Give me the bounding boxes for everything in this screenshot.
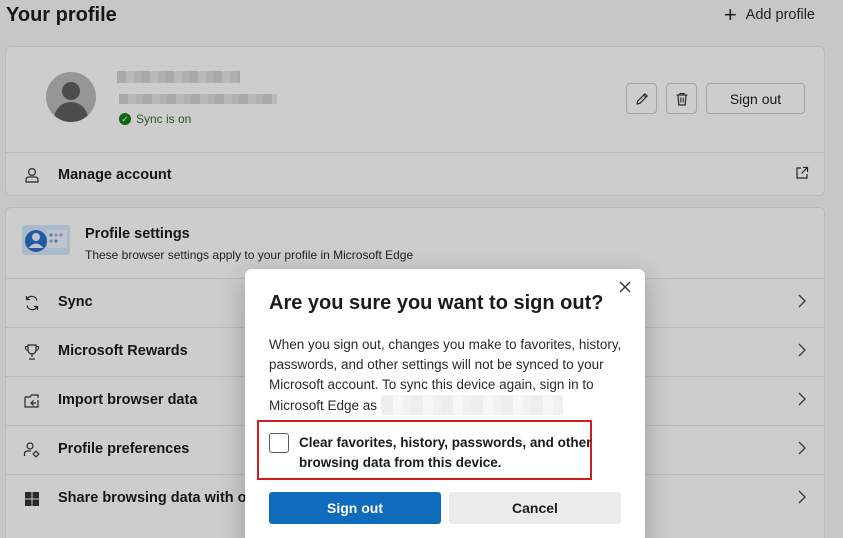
cancel-button[interactable]: Cancel	[449, 492, 621, 524]
account-email-redacted	[380, 395, 563, 415]
close-icon	[619, 281, 631, 293]
dialog-title: Are you sure you want to sign out?	[269, 292, 604, 314]
clear-data-checkbox-label[interactable]: Clear favorites, history, passwords, and…	[299, 433, 599, 473]
dialog-body: When you sign out, changes you make to f…	[269, 335, 625, 416]
clear-data-checkbox[interactable]	[269, 433, 289, 453]
confirm-sign-out-button[interactable]: Sign out	[269, 492, 441, 524]
close-dialog-button[interactable]	[615, 277, 635, 297]
sign-out-dialog: Are you sure you want to sign out? When …	[245, 269, 645, 538]
